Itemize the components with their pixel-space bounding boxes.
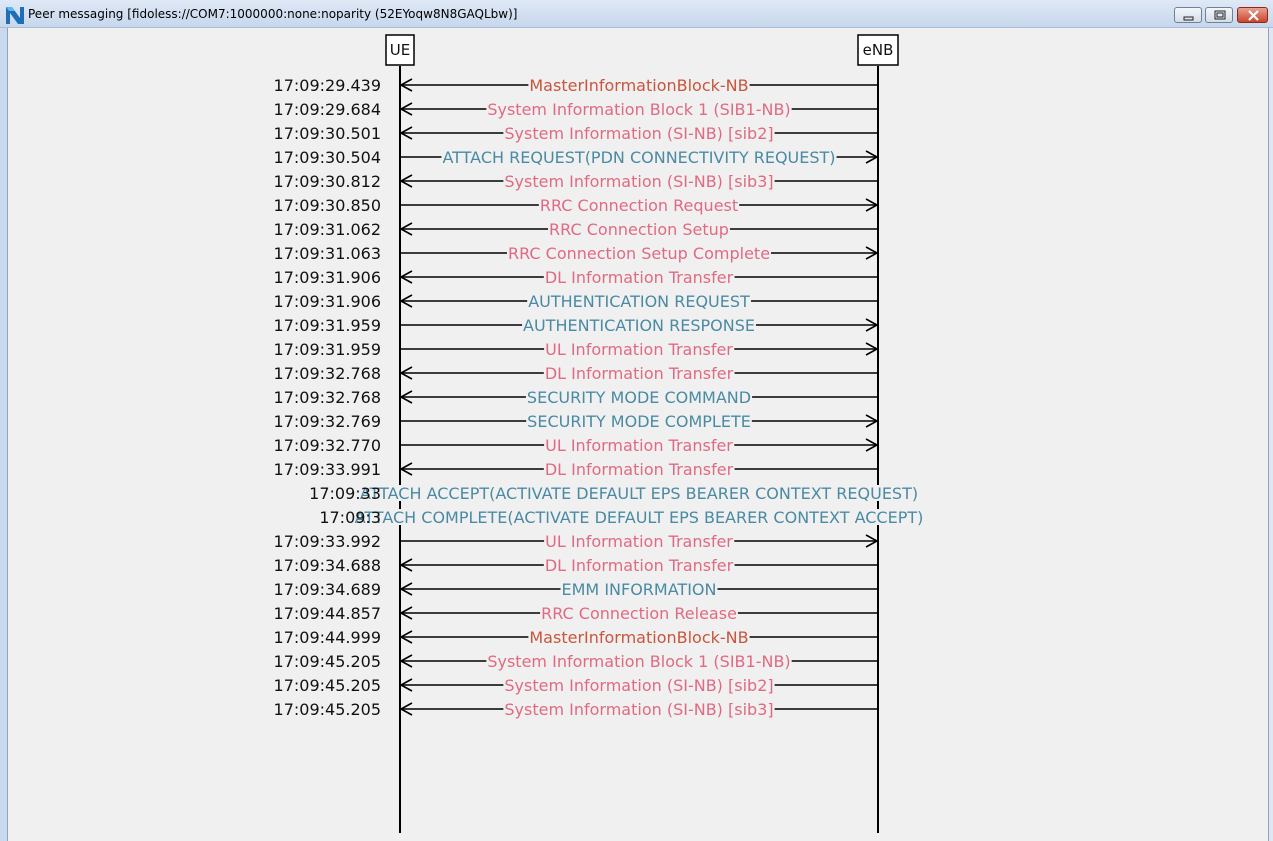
message-timestamp: 17:09:32.768	[274, 388, 381, 407]
message-label: ATTACH COMPLETE(ACTIVATE DEFAULT EPS BEA…	[355, 508, 924, 527]
message-timestamp: 17:09:31.062	[274, 220, 381, 239]
message-timestamp: 17:09:30.812	[274, 172, 381, 191]
maximize-button[interactable]	[1205, 7, 1233, 23]
message-row[interactable]: ATTACH REQUEST(PDN CONNECTIVITY REQUEST)…	[274, 148, 879, 167]
message-label: UL Information Transfer	[545, 340, 733, 359]
message-label: RRC Connection Setup	[549, 220, 729, 239]
minimize-button[interactable]	[1174, 7, 1202, 23]
message-timestamp: 17:09:34.689	[274, 580, 381, 599]
message-timestamp: 17:09:30.501	[274, 124, 381, 143]
message-row[interactable]: AUTHENTICATION REQUEST 17:09:31.906	[274, 292, 878, 311]
message-row[interactable]: DL Information Transfer 17:09:33.991	[274, 460, 878, 479]
message-timestamp: 17:09:31.906	[274, 292, 381, 311]
close-icon	[1248, 10, 1259, 21]
message-label: AUTHENTICATION REQUEST	[528, 292, 750, 311]
message-timestamp: 17:09:44.857	[274, 604, 381, 623]
message-timestamp: 17:09:32.768	[274, 364, 381, 383]
message-row[interactable]: System Information Block 1 (SIB1-NB) 17:0…	[274, 652, 878, 671]
message-row[interactable]: System Information (SI-NB) [sib3] 17:09:3…	[274, 172, 878, 191]
sequence-diagram: MasterInformationBlock-NB 17:09:29.439 Sys…	[274, 34, 925, 833]
message-label: ATTACH ACCEPT(ACTIVATE DEFAULT EPS BEARE…	[360, 484, 918, 503]
message-timestamp: 17:09:29.439	[274, 76, 381, 95]
message-label: EMM INFORMATION	[562, 580, 717, 599]
message-row[interactable]: SECURITY MODE COMMAND 17:09:32.768	[274, 388, 878, 407]
message-label: System Information (SI-NB) [sib3]	[504, 172, 773, 191]
message-timestamp: 17:09:31.959	[274, 316, 381, 335]
message-timestamp: 17:09:45.205	[274, 700, 381, 719]
message-label: DL Information Transfer	[545, 460, 734, 479]
scrollbar-edge	[1269, 28, 1273, 841]
message-row[interactable]: UL Information Transfer 17:09:31.959	[274, 340, 879, 359]
message-row[interactable]: ATTACH ACCEPT(ACTIVATE DEFAULT EPS BEARE…	[309, 484, 920, 503]
message-label: DL Information Transfer	[545, 268, 734, 287]
message-row[interactable]: MasterInformationBlock-NB 17:09:44.999	[274, 628, 878, 647]
message-row[interactable]: DL Information Transfer 17:09:32.768	[274, 364, 878, 383]
ue-entity[interactable]: UE	[385, 34, 415, 66]
message-label: System Information (SI-NB) [sib2]	[504, 676, 773, 695]
message-timestamp: 17:09:31.959	[274, 340, 381, 359]
message-timestamp: 17:09:32.770	[274, 436, 381, 455]
message-timestamp: 17:09:34.688	[274, 556, 381, 575]
message-label: RRC Connection Setup Complete	[508, 244, 770, 263]
message-timestamp: 17:09:44.999	[274, 628, 381, 647]
message-timestamp: 17:09:32.769	[274, 412, 381, 431]
minimize-icon	[1183, 16, 1194, 21]
message-label: System Information (SI-NB) [sib3]	[504, 700, 773, 719]
message-row[interactable]: SECURITY MODE COMPLETE 17:09:32.769	[274, 412, 879, 431]
message-timestamp: 17:09:33	[309, 484, 381, 503]
message-label: RRC Connection Release	[541, 604, 737, 623]
message-timestamp: 17:09:31.063	[274, 244, 381, 263]
message-row[interactable]: System Information (SI-NB) [sib2] 17:09:4…	[274, 676, 878, 695]
title-bar[interactable]: Peer messaging [fidoless://COM7:1000000:…	[0, 0, 1273, 28]
message-timestamp: 17:09:30.850	[274, 196, 381, 215]
message-timestamp: 17:09:3	[319, 508, 381, 527]
message-row[interactable]: UL Information Transfer 17:09:33.992	[274, 532, 879, 551]
message-timestamp: 17:09:33.992	[274, 532, 381, 551]
message-row[interactable]: MasterInformationBlock-NB 17:09:29.439	[274, 76, 878, 95]
message-label: SECURITY MODE COMPLETE	[527, 412, 751, 431]
message-timestamp: 17:09:45.205	[274, 652, 381, 671]
message-label: System Information (SI-NB) [sib2]	[504, 124, 773, 143]
message-label: DL Information Transfer	[545, 556, 734, 575]
message-timestamp: 17:09:31.906	[274, 268, 381, 287]
message-row[interactable]: RRC Connection Request 17:09:30.850	[274, 196, 879, 215]
message-row[interactable]: System Information Block 1 (SIB1-NB) 17:0…	[274, 100, 878, 119]
message-timestamp: 17:09:30.504	[274, 148, 381, 167]
message-label: ATTACH REQUEST(PDN CONNECTIVITY REQUEST)	[442, 148, 835, 167]
ue-label: UE	[390, 41, 410, 59]
message-label: System Information Block 1 (SIB1-NB)	[487, 652, 790, 671]
message-row[interactable]: System Information (SI-NB) [sib2] 17:09:3…	[274, 124, 878, 143]
app-logo-icon	[5, 5, 25, 25]
message-label: MasterInformationBlock-NB	[529, 76, 748, 95]
message-row[interactable]: UL Information Transfer 17:09:32.770	[274, 436, 879, 455]
message-label: SECURITY MODE COMMAND	[527, 388, 751, 407]
message-row[interactable]: ATTACH COMPLETE(ACTIVATE DEFAULT EPS BEA…	[319, 508, 925, 527]
close-button[interactable]	[1237, 7, 1268, 23]
message-timestamp: 17:09:33.991	[274, 460, 381, 479]
message-row[interactable]: AUTHENTICATION RESPONSE 17:09:31.959	[274, 316, 879, 335]
enb-entity[interactable]: eNB	[857, 34, 899, 66]
message-label: RRC Connection Request	[540, 196, 738, 215]
message-row[interactable]: System Information (SI-NB) [sib3] 17:09:4…	[274, 700, 878, 719]
message-label: UL Information Transfer	[545, 532, 733, 551]
message-label: UL Information Transfer	[545, 436, 733, 455]
message-label: AUTHENTICATION RESPONSE	[523, 316, 755, 335]
message-label: System Information Block 1 (SIB1-NB)	[487, 100, 790, 119]
message-label: DL Information Transfer	[545, 364, 734, 383]
diagram-panel[interactable]: MasterInformationBlock-NB 17:09:29.439 Sys…	[7, 28, 1269, 841]
message-label: MasterInformationBlock-NB	[529, 628, 748, 647]
message-row[interactable]: EMM INFORMATION 17:09:34.689	[274, 580, 878, 599]
message-row[interactable]: DL Information Transfer 17:09:31.906	[274, 268, 878, 287]
message-timestamp: 17:09:29.684	[274, 100, 381, 119]
enb-label: eNB	[863, 41, 894, 59]
message-timestamp: 17:09:45.205	[274, 676, 381, 695]
maximize-icon	[1214, 10, 1226, 20]
message-row[interactable]: DL Information Transfer 17:09:34.688	[274, 556, 878, 575]
message-row[interactable]: RRC Connection Release 17:09:44.857	[274, 604, 878, 623]
message-row[interactable]: RRC Connection Setup 17:09:31.062	[274, 220, 878, 239]
message-row[interactable]: RRC Connection Setup Complete 17:09:31.06…	[274, 244, 879, 263]
window-title: Peer messaging [fidoless://COM7:1000000:…	[28, 7, 518, 21]
